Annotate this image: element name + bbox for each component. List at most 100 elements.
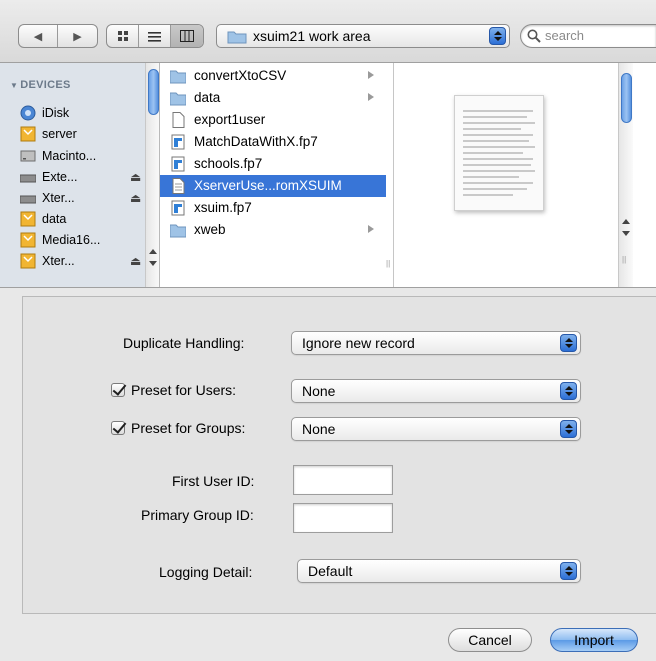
- toolbar: ◀ ▶ xsuim21 work area search: [0, 0, 656, 62]
- sidebar-section-title: DEVICES: [20, 79, 71, 91]
- preset-groups-checkbox[interactable]: [111, 421, 125, 435]
- icon-grid-icon: [117, 31, 128, 41]
- filemaker-file-icon: [171, 134, 185, 150]
- list-lines-icon: [148, 31, 161, 42]
- sidebar-item-idisk[interactable]: iDisk: [20, 103, 69, 123]
- first-user-id-field[interactable]: [293, 465, 393, 495]
- file-row-xserveruse-selected[interactable]: XserverUse...romXSUIM: [160, 175, 386, 197]
- server-volume-icon: [20, 126, 36, 142]
- sidebar-item-label: server: [42, 127, 77, 141]
- file-row-xweb[interactable]: xweb: [160, 219, 386, 241]
- sidebar-item-xter-1[interactable]: Xter... ⏏: [20, 188, 141, 208]
- sidebar-item-external-1[interactable]: Exte... ⏏: [20, 167, 141, 187]
- document-preview-icon: [454, 95, 544, 211]
- server-volume-icon: [20, 211, 36, 227]
- eject-icon[interactable]: ⏏: [130, 254, 141, 268]
- duplicate-handling-select[interactable]: Ignore new record: [291, 331, 581, 355]
- scroll-up-icon[interactable]: [149, 249, 157, 254]
- sidebar-item-xter-2[interactable]: Xter... ⏏: [20, 251, 141, 271]
- column-view-button[interactable]: [171, 25, 203, 47]
- file-row-matchdata[interactable]: MatchDataWithX.fp7: [160, 131, 386, 153]
- sidebar-item-data[interactable]: data: [20, 209, 66, 229]
- folder-icon: [170, 224, 186, 238]
- sidebar-item-label: Media16...: [42, 233, 101, 247]
- duplicate-handling-value: Ignore new record: [302, 335, 415, 351]
- first-user-id-label: First User ID:: [172, 473, 255, 489]
- file-name: schools.fp7: [194, 156, 263, 171]
- chevron-right-icon: ▶: [73, 30, 82, 43]
- file-row-data[interactable]: data: [160, 87, 386, 109]
- eject-icon[interactable]: ⏏: [130, 191, 141, 205]
- disclosure-right-icon: [368, 93, 374, 101]
- scroll-down-icon[interactable]: [149, 261, 157, 266]
- preset-users-value: None: [302, 383, 336, 399]
- sidebar-section-devices[interactable]: ▼ DEVICES: [10, 79, 71, 91]
- logging-detail-label: Logging Detail:: [159, 564, 253, 580]
- file-row-schools[interactable]: schools.fp7: [160, 153, 386, 175]
- cancel-button[interactable]: Cancel: [448, 628, 532, 652]
- preset-groups-value: None: [302, 421, 336, 437]
- preset-users-select[interactable]: None: [291, 379, 581, 403]
- forward-button[interactable]: ▶: [58, 25, 97, 47]
- document-icon: [172, 112, 185, 128]
- path-popup[interactable]: xsuim21 work area: [216, 24, 510, 48]
- external-drive-icon: [20, 195, 36, 204]
- column-resize-icon[interactable]: ||: [622, 255, 626, 264]
- sidebar-item-macintosh[interactable]: Macinto...: [20, 146, 96, 166]
- path-popup-stepper: [489, 27, 506, 45]
- file-name: MatchDataWithX.fp7: [194, 134, 318, 149]
- browser-scroll-thumb[interactable]: [621, 73, 632, 123]
- chevron-up-icon: [564, 566, 573, 570]
- sidebar-item-label: Xter...: [42, 191, 75, 205]
- file-name: xsuim.fp7: [194, 200, 252, 215]
- chevron-down-icon: [564, 344, 573, 348]
- folder-icon: [227, 31, 247, 44]
- popup-stepper: [560, 420, 577, 438]
- chevron-up-icon: [493, 31, 502, 35]
- sidebar-item-label: Xter...: [42, 254, 75, 268]
- chevron-down-icon: [564, 572, 573, 576]
- list-view-button[interactable]: [139, 25, 171, 47]
- preset-users-label: Preset for Users:: [131, 382, 237, 398]
- columns-icon: [180, 30, 194, 42]
- icon-view-button[interactable]: [107, 25, 139, 47]
- search-input[interactable]: [545, 28, 645, 43]
- preset-users-checkbox[interactable]: [111, 383, 125, 397]
- scroll-up-icon[interactable]: [622, 219, 630, 224]
- primary-group-id-field[interactable]: [293, 503, 393, 533]
- popup-stepper: [560, 382, 577, 400]
- disclosure-right-icon: [368, 71, 374, 79]
- sidebar-item-label: Exte...: [42, 170, 78, 184]
- scroll-down-icon[interactable]: [622, 231, 630, 236]
- search-icon: [527, 29, 541, 43]
- sidebar-item-media16[interactable]: Media16...: [20, 230, 100, 250]
- browser-scrollbar[interactable]: ||: [618, 63, 633, 287]
- primary-group-id-label: Primary Group ID:: [141, 507, 254, 523]
- idisk-icon: [20, 105, 36, 121]
- sidebar-scroll-thumb[interactable]: [148, 69, 159, 115]
- preset-groups-select[interactable]: None: [291, 417, 581, 441]
- logging-detail-select[interactable]: Default: [297, 559, 581, 583]
- file-name: XserverUse...romXSUIM: [194, 178, 342, 193]
- disclosure-right-icon: [368, 225, 374, 233]
- chevron-left-icon: ◀: [33, 30, 43, 43]
- file-name: xweb: [194, 222, 226, 237]
- sidebar-item-label: data: [42, 212, 67, 226]
- chevron-up-icon: [564, 338, 573, 342]
- filemaker-file-icon: [171, 156, 185, 172]
- column-resize-icon[interactable]: ||: [386, 259, 390, 268]
- file-row-export1user[interactable]: export1user: [160, 109, 386, 131]
- duplicate-handling-label: Duplicate Handling:: [123, 335, 245, 351]
- sidebar-item-server[interactable]: server: [20, 124, 77, 144]
- sidebar-scrollbar[interactable]: [145, 63, 159, 287]
- chevron-up-icon: [564, 424, 573, 428]
- path-label: xsuim21 work area: [253, 28, 371, 44]
- eject-icon[interactable]: ⏏: [130, 170, 141, 184]
- file-row-xsuim[interactable]: xsuim.fp7: [160, 197, 386, 219]
- file-row-convertxtocsv[interactable]: convertXtoCSV: [160, 65, 386, 87]
- back-button[interactable]: ◀: [19, 25, 58, 47]
- import-button[interactable]: Import: [550, 628, 638, 652]
- file-column: convertXtoCSV data export1user MatchData…: [160, 63, 394, 287]
- folder-icon: [170, 92, 186, 106]
- text-document-icon: [172, 178, 185, 194]
